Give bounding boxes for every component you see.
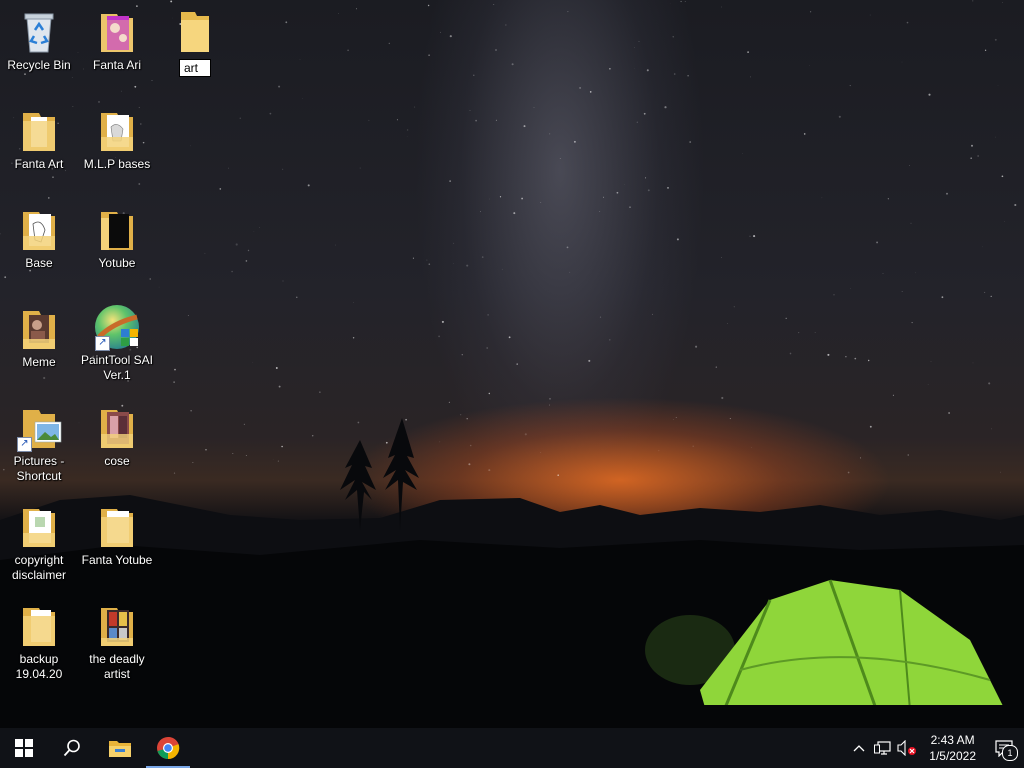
chrome-icon: [157, 736, 180, 760]
desktop-icon-label: PaintTool SAI Ver.1: [80, 353, 154, 382]
folder-icon: [93, 206, 141, 254]
show-hidden-icons-button[interactable]: [847, 728, 871, 768]
shortcut-arrow-icon: ↗: [95, 336, 110, 351]
desktop-icon-label: backup 19.04.20: [15, 652, 63, 681]
folder-icon: [93, 404, 141, 452]
clock[interactable]: 2:43 AM 1/5/2022: [919, 732, 984, 764]
network-icon: [874, 741, 891, 755]
desktop-icon-label: Recycle Bin: [7, 58, 71, 72]
desktop-icon-label: cose: [104, 454, 130, 468]
chevron-up-icon: [853, 745, 865, 752]
folder-icon: [15, 602, 63, 650]
folder-icon: [15, 206, 63, 254]
action-center-button[interactable]: 1: [984, 728, 1024, 768]
desktop-icon-label: copyright disclaimer: [11, 553, 66, 582]
desktop-icon-painttool-sai[interactable]: ↗ PaintTool SAI Ver.1: [78, 303, 156, 383]
folder-icon: [15, 305, 63, 353]
system-tray: 2:43 AM 1/5/2022 1: [847, 728, 1024, 768]
desktop-icon-base[interactable]: Base: [0, 206, 78, 271]
desktop-icon-label: Yotube: [98, 256, 136, 270]
folder-icon: [15, 503, 63, 551]
file-explorer-icon: [109, 741, 131, 757]
taskbar-file-explorer[interactable]: [96, 728, 144, 768]
folder-icon: ↗: [15, 404, 63, 452]
desktop-icon-pictures-shortcut[interactable]: ↗ Pictures - Shortcut: [0, 404, 78, 484]
desktop-icon-label: Fanta Ari: [92, 58, 142, 72]
desktop-icon-backup[interactable]: backup 19.04.20: [0, 602, 78, 682]
desktop-icon-the-deadly-artist[interactable]: the deadly artist: [78, 602, 156, 682]
desktop-icon-art[interactable]: [156, 8, 234, 77]
folder-icon: [93, 8, 141, 56]
desktop-icon-yotube[interactable]: Yotube: [78, 206, 156, 271]
desktop-icon-label: M.L.P bases: [83, 157, 151, 171]
clock-date: 1/5/2022: [929, 749, 976, 763]
desktop-icon-label: the deadly artist: [89, 652, 145, 681]
desktop-icon-mlp-bases[interactable]: M.L.P bases: [78, 107, 156, 172]
desktop-icon-label: Meme: [22, 355, 56, 369]
taskbar: 2:43 AM 1/5/2022 1: [0, 728, 1024, 768]
desktop-icon-label: Pictures - Shortcut: [13, 454, 65, 483]
desktop-icon-cose[interactable]: cose: [78, 404, 156, 469]
volume-muted-icon: [897, 740, 917, 756]
desktop-icon-fanta-ari[interactable]: Fanta Ari: [78, 8, 156, 73]
clock-time: 2:43 AM: [930, 733, 975, 747]
folder-icon: [93, 602, 141, 650]
rename-input[interactable]: [179, 59, 211, 77]
search-button[interactable]: [48, 728, 96, 768]
volume-button[interactable]: [895, 728, 919, 768]
desktop-icon-copyright-disclaimer[interactable]: copyright disclaimer: [0, 503, 78, 583]
painttool-sai-icon: ↗: [93, 303, 141, 351]
desktop-icon-label: Fanta Yotube: [81, 553, 153, 567]
desktop-icon-meme[interactable]: Meme: [0, 305, 78, 370]
desktop-icon-label: Fanta Art: [14, 157, 64, 171]
folder-icon: [93, 503, 141, 551]
search-icon: [63, 739, 80, 757]
windows-start-icon: [15, 739, 33, 757]
desktop-icon-label: Base: [25, 256, 53, 270]
shortcut-arrow-icon: ↗: [17, 437, 32, 452]
network-button[interactable]: [871, 728, 895, 768]
folder-icon: [93, 107, 141, 155]
desktop-icon-recycle-bin[interactable]: Recycle Bin: [0, 8, 78, 73]
start-button[interactable]: [0, 728, 48, 768]
folder-icon: [15, 107, 63, 155]
desktop-icon-fanta-art[interactable]: Fanta Art: [0, 107, 78, 172]
taskbar-chrome[interactable]: [144, 728, 192, 768]
notification-count-badge: 1: [1002, 745, 1018, 761]
folder-icon: [171, 8, 219, 56]
recycle-bin-icon: [15, 8, 63, 56]
desktop-icon-fanta-yotube[interactable]: Fanta Yotube: [78, 503, 156, 568]
